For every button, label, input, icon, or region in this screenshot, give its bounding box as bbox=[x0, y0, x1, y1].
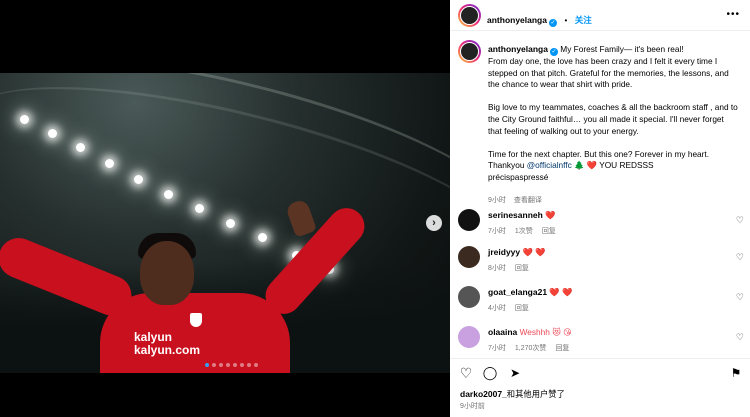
verified-icon: ✓ bbox=[548, 19, 557, 27]
carousel-dot[interactable] bbox=[226, 363, 230, 367]
comment-text: ❤️ ❤️ bbox=[522, 247, 546, 257]
bookmark-icon[interactable]: ⚑ bbox=[728, 365, 744, 381]
more-options-icon[interactable]: ••• bbox=[726, 9, 740, 20]
comment-text: ❤️ ❤️ bbox=[549, 287, 573, 297]
comment-like-icon[interactable]: ♡ bbox=[736, 215, 744, 226]
comment-icon[interactable]: ◯ bbox=[482, 365, 498, 381]
comment-body: jreidyyy ❤️ ❤️ bbox=[488, 247, 545, 258]
comment-item: jreidyyy ❤️ ❤️ 8小时 回复 ♡ bbox=[450, 242, 750, 278]
carousel-dot[interactable] bbox=[219, 363, 223, 367]
reply-button[interactable]: 回复 bbox=[515, 305, 529, 312]
comment-body: goat_elanga21 ❤️ ❤️ bbox=[488, 287, 572, 298]
comment-body: olaaina Weshhh 😻 😘 bbox=[488, 327, 572, 337]
caption-paragraph-1: From day one, the love has been crazy an… bbox=[488, 56, 729, 90]
stadium-light bbox=[226, 219, 235, 228]
shirt-sponsor: kalyun kalyun.com bbox=[134, 330, 201, 357]
commenter-avatar[interactable] bbox=[458, 246, 480, 268]
caption-username[interactable]: anthonyelanga bbox=[488, 44, 548, 54]
post-media-pane: kalyun kalyun.com › bbox=[0, 0, 450, 417]
next-image-button[interactable]: › bbox=[426, 215, 442, 231]
liker-username[interactable]: darko2007_ bbox=[460, 389, 507, 399]
share-icon[interactable]: ➤ bbox=[507, 365, 523, 381]
follow-button[interactable]: 关注 bbox=[575, 15, 592, 25]
action-bar: ♡ ◯ ➤ ⚑ bbox=[450, 358, 750, 384]
likes-text[interactable]: 和其他用户赞了 bbox=[507, 389, 565, 399]
comment-meta: 7小时 1,270次赞 回复 bbox=[488, 343, 578, 353]
carousel-dots bbox=[205, 363, 258, 367]
stadium-light bbox=[48, 129, 57, 138]
player-head bbox=[140, 241, 194, 305]
author-username[interactable]: anthonyelanga bbox=[487, 15, 547, 25]
reply-button[interactable]: 回复 bbox=[555, 345, 569, 352]
comment-text: ❤️ bbox=[545, 210, 556, 220]
comment-time: 7小时 bbox=[488, 345, 506, 352]
author-avatar-image bbox=[460, 6, 479, 25]
carousel-dot[interactable] bbox=[205, 363, 209, 367]
caption-time: 9小时 bbox=[488, 197, 506, 205]
post-caption: anthonyelanga ✓ My Forest Family— it's be… bbox=[488, 44, 738, 207]
comment-item: serinesanneh ❤️ 7小时 1次赞 回复 ♡ bbox=[450, 205, 750, 241]
reply-button[interactable]: 回复 bbox=[542, 228, 556, 235]
reply-button[interactable]: 回复 bbox=[515, 265, 529, 272]
see-translation-link[interactable]: 查看翻译 bbox=[514, 197, 542, 204]
club-badge bbox=[190, 313, 202, 327]
stadium-light bbox=[134, 175, 143, 184]
stadium-light bbox=[195, 204, 204, 213]
caption-emoji-line: 🌲 ❤️ YOU REDSSS bbox=[571, 160, 654, 171]
separator-dot: • bbox=[564, 16, 568, 25]
post-timestamp: 9小时前 bbox=[460, 403, 485, 410]
likes-summary: darko2007_和其他用户赞了 bbox=[460, 388, 565, 400]
carousel-dot[interactable] bbox=[233, 363, 237, 367]
comment-like-icon[interactable]: ♡ bbox=[736, 332, 744, 343]
comment-like-icon[interactable]: ♡ bbox=[736, 292, 744, 303]
heart-icon[interactable]: ♡ bbox=[458, 365, 474, 381]
caption-paragraph-2: Big love to my teammates, coaches & all … bbox=[488, 102, 738, 136]
comment-likes[interactable]: 1,270次赞 bbox=[515, 345, 547, 352]
commenter-username[interactable]: olaaina bbox=[488, 327, 517, 337]
caption-first-line: My Forest Family— it's been real! bbox=[560, 44, 684, 54]
stadium-light bbox=[164, 190, 173, 199]
comment-likes[interactable]: 1次赞 bbox=[515, 228, 533, 235]
comment-text: Weshhh 😻 😘 bbox=[519, 327, 572, 337]
commenter-username[interactable]: jreidyyy bbox=[488, 247, 520, 257]
carousel-dot[interactable] bbox=[254, 363, 258, 367]
comment-like-icon[interactable]: ♡ bbox=[736, 252, 744, 263]
caption-avatar[interactable] bbox=[458, 40, 481, 63]
comment-meta: 8小时 回复 bbox=[488, 263, 538, 273]
stadium-light bbox=[258, 233, 267, 242]
author-avatar[interactable] bbox=[458, 4, 481, 27]
commenter-username[interactable]: goat_elanga21 bbox=[488, 287, 547, 297]
comment-time: 8小时 bbox=[488, 265, 506, 272]
stadium-light bbox=[20, 115, 29, 124]
stadium-light bbox=[105, 159, 114, 168]
comment-time: 4小时 bbox=[488, 305, 506, 312]
caption-signoff: précispaspressé bbox=[488, 171, 549, 182]
carousel-dot[interactable] bbox=[247, 363, 251, 367]
commenter-username[interactable]: serinesanneh bbox=[488, 210, 543, 220]
comment-meta: 4小时 回复 bbox=[488, 303, 538, 313]
carousel-dot[interactable] bbox=[240, 363, 244, 367]
post-header: anthonyelanga ✓ • 关注 ••• bbox=[450, 0, 750, 31]
post-side-panel: anthonyelanga ✓ • 关注 ••• anthonyelanga ✓ M… bbox=[450, 0, 750, 417]
carousel-dot[interactable] bbox=[212, 363, 216, 367]
comment-meta: 7小时 1次赞 回复 bbox=[488, 226, 565, 236]
comment-item: olaaina Weshhh 😻 😘 7小时 1,270次赞 回复 ♡ bbox=[450, 322, 750, 358]
comment-body: serinesanneh ❤️ bbox=[488, 210, 555, 221]
commenter-avatar[interactable] bbox=[458, 209, 480, 231]
post-photo[interactable]: kalyun kalyun.com bbox=[0, 73, 450, 373]
comment-item: goat_elanga21 ❤️ ❤️ 4小时 回复 ♡ bbox=[450, 282, 750, 318]
stadium-light bbox=[76, 143, 85, 152]
mention-link[interactable]: @officialnffc bbox=[527, 160, 572, 170]
verified-icon: ✓ bbox=[549, 48, 558, 56]
commenter-avatar[interactable] bbox=[458, 286, 480, 308]
commenter-avatar[interactable] bbox=[458, 326, 480, 348]
caption-avatar-image bbox=[460, 42, 479, 61]
comment-time: 7小时 bbox=[488, 228, 506, 235]
